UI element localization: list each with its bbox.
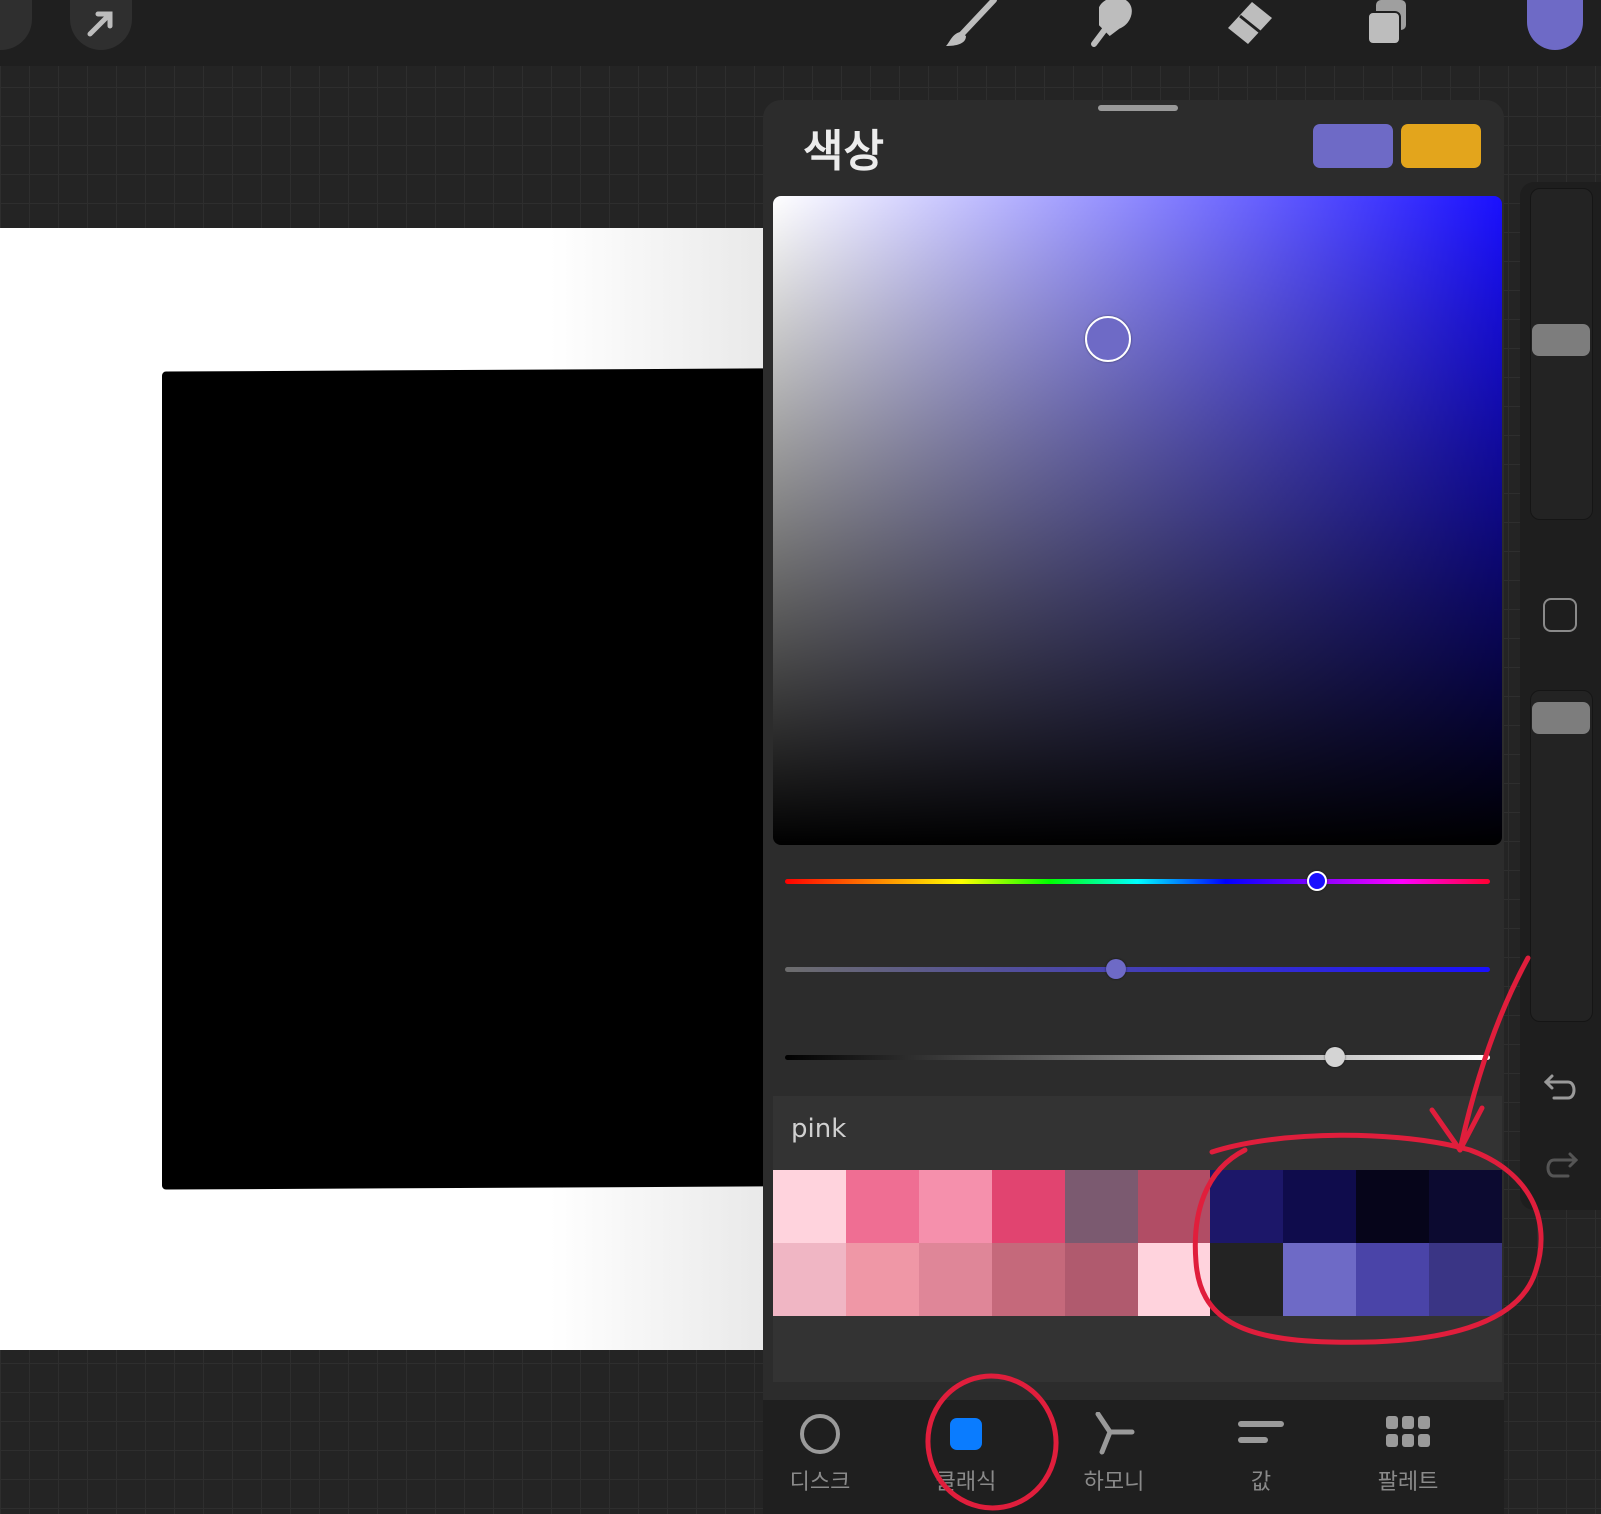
redo-icon[interactable] <box>1542 1150 1580 1188</box>
tab-classic[interactable]: 클래식 <box>911 1410 1021 1510</box>
selection-button[interactable] <box>70 0 132 50</box>
color-mode-tabbar: 디스크 클래식 하모니 값 팔레트 <box>763 1400 1504 1514</box>
saturation-slider[interactable] <box>785 959 1490 979</box>
eraser-icon <box>1218 0 1278 54</box>
palette-swatch[interactable] <box>773 1170 846 1243</box>
black-rectangle-shape <box>162 368 764 1190</box>
brightness-slider-knob[interactable] <box>1324 1047 1345 1067</box>
brightness-slider[interactable] <box>785 1047 1490 1067</box>
palette-swatch[interactable] <box>1429 1243 1502 1316</box>
arrow-icon <box>84 6 118 44</box>
modify-square-icon[interactable] <box>1543 598 1577 632</box>
palette-swatch[interactable] <box>1210 1243 1284 1316</box>
palette-icon <box>1384 1410 1432 1458</box>
brush-icon <box>940 0 1000 54</box>
palette-swatch[interactable] <box>1356 1243 1430 1316</box>
primary-color-swatch[interactable] <box>1313 124 1393 168</box>
palette-swatch[interactable] <box>991 1243 1065 1316</box>
smudge-button[interactable] <box>1080 0 1140 52</box>
saturation-brightness-picker[interactable] <box>773 196 1502 845</box>
top-toolbar <box>0 0 1601 66</box>
brush-size-thumb[interactable] <box>1532 324 1590 356</box>
harmony-icon <box>1090 1410 1138 1458</box>
picker-handle[interactable] <box>1085 315 1132 362</box>
disc-icon <box>796 1410 844 1458</box>
palette-swatch[interactable] <box>991 1170 1065 1243</box>
brush-button[interactable] <box>940 0 1000 52</box>
tab-harmony[interactable]: 하모니 <box>1059 1410 1169 1510</box>
tab-label-value: 값 <box>1250 1470 1272 1495</box>
palette-swatch[interactable] <box>845 1243 919 1316</box>
wrench-button[interactable] <box>0 0 32 50</box>
tab-label-disc: 디스크 <box>789 1470 851 1495</box>
opacity-slider[interactable] <box>1530 690 1593 1022</box>
tab-label-classic: 클래식 <box>935 1470 997 1495</box>
hue-slider[interactable] <box>785 871 1490 891</box>
tab-label-palette: 팔레트 <box>1377 1470 1439 1495</box>
palette-swatch[interactable] <box>918 1170 992 1243</box>
smudge-icon <box>1080 0 1140 54</box>
palette-swatch[interactable] <box>1064 1243 1138 1316</box>
tab-palette[interactable]: 팔레트 <box>1353 1410 1463 1510</box>
tab-value[interactable]: 값 <box>1206 1410 1316 1510</box>
eraser-button[interactable] <box>1218 0 1278 52</box>
layers-icon <box>1358 0 1418 54</box>
palette-grid <box>773 1170 1502 1316</box>
layers-button[interactable] <box>1358 0 1418 52</box>
palette-swatch[interactable] <box>1356 1170 1430 1243</box>
panel-grabber[interactable] <box>1098 105 1178 111</box>
palette-swatch[interactable] <box>1283 1243 1357 1316</box>
color-panel: 색상 pink 디스크 클래식 하모니 값 팔레트 <box>763 100 1504 1514</box>
palette-swatch[interactable] <box>845 1170 919 1243</box>
undo-icon[interactable] <box>1542 1072 1580 1110</box>
panel-title: 색상 <box>803 126 884 177</box>
palette-swatch[interactable] <box>1283 1170 1357 1243</box>
saturation-slider-knob[interactable] <box>1106 959 1127 979</box>
palette-swatch[interactable] <box>773 1243 846 1316</box>
palette-swatch[interactable] <box>1137 1170 1211 1243</box>
palette-area: pink <box>773 1096 1502 1382</box>
tab-label-harmony: 하모니 <box>1083 1470 1145 1495</box>
classic-icon <box>942 1410 990 1458</box>
palette-swatch[interactable] <box>1137 1243 1211 1316</box>
tab-disc[interactable]: 디스크 <box>765 1410 875 1510</box>
opacity-thumb[interactable] <box>1532 702 1590 734</box>
current-color-button[interactable] <box>1527 0 1583 50</box>
palette-swatch[interactable] <box>1064 1170 1138 1243</box>
value-icon <box>1237 1410 1285 1458</box>
palette-swatch[interactable] <box>918 1243 992 1316</box>
side-rail <box>1520 182 1601 1210</box>
hue-slider-knob[interactable] <box>1307 871 1328 891</box>
palette-swatch[interactable] <box>1429 1170 1502 1243</box>
palette-swatch[interactable] <box>1210 1170 1284 1243</box>
secondary-color-swatch[interactable] <box>1401 124 1481 168</box>
palette-name: pink <box>791 1114 847 1144</box>
